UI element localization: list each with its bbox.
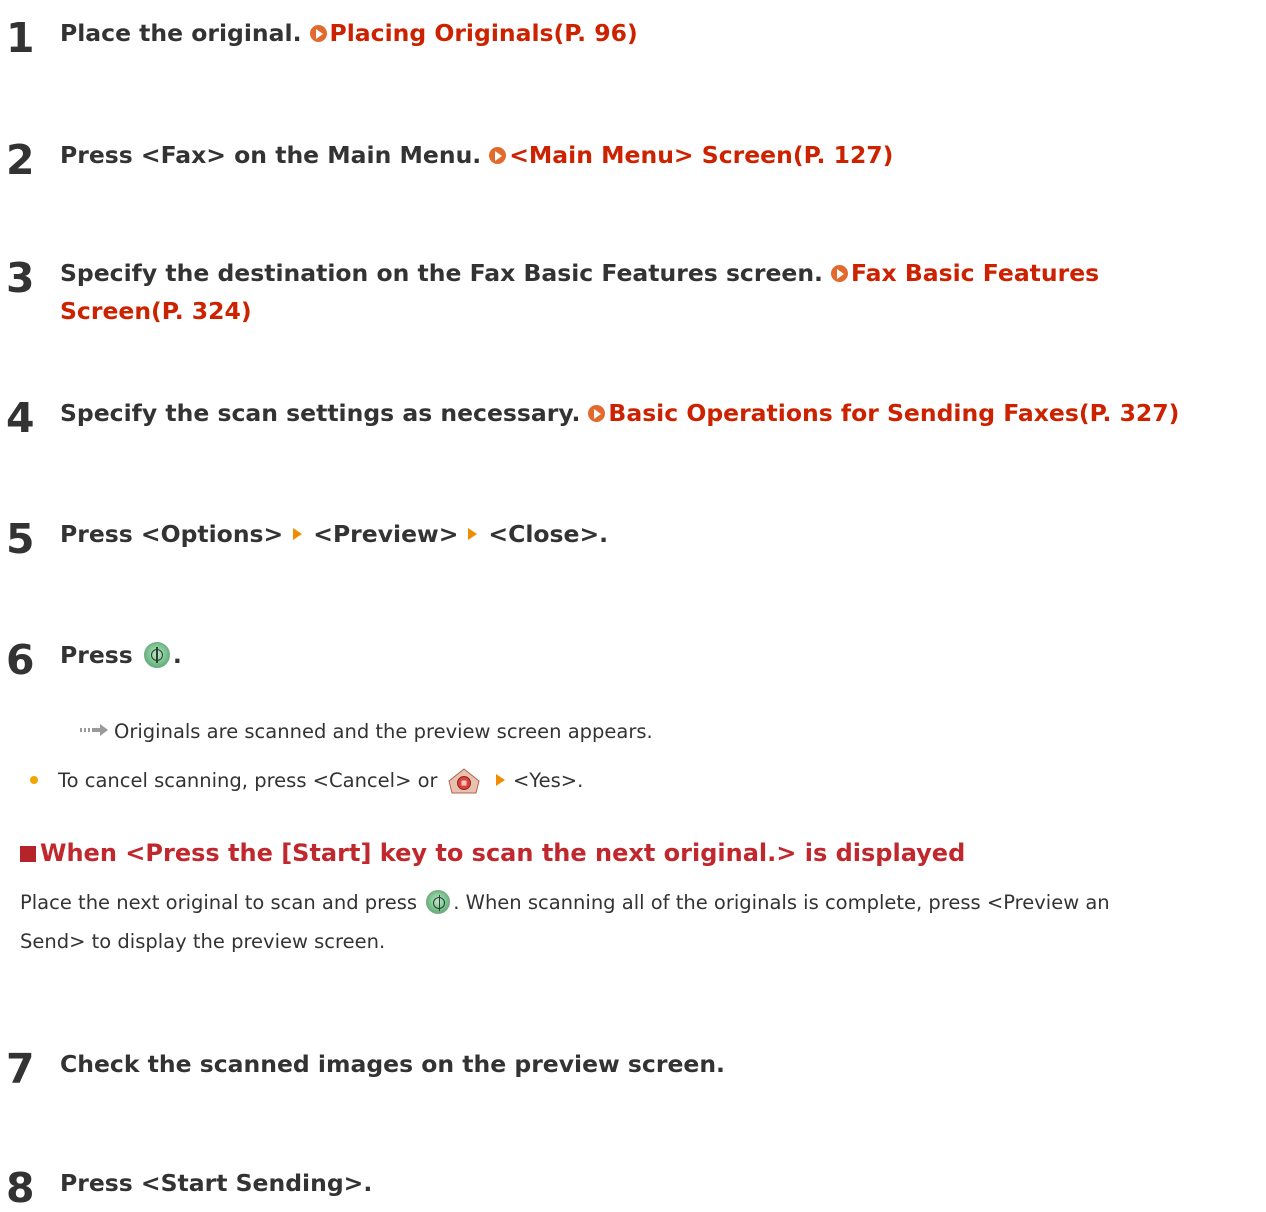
- arrow-link-icon: [830, 265, 848, 282]
- step-text: Press <Fax> on the Main Menu.: [60, 141, 482, 169]
- cancel-bullet: To cancel scanning, press <Cancel> or <Y…: [30, 765, 583, 797]
- step-text-preview: <Preview>: [313, 520, 459, 548]
- orange-triangle-icon: [293, 528, 303, 540]
- step-text: Specify the destination on the Fax Basic…: [60, 259, 823, 287]
- step-text-options: Press <Options>: [60, 520, 284, 548]
- orange-triangle-icon: [495, 774, 505, 786]
- step-text-close: <Close>.: [488, 520, 609, 548]
- step-result: Originals are scanned and the preview sc…: [80, 716, 653, 748]
- subsection-paragraph: Place the next original to scan and pres…: [20, 887, 1110, 919]
- bullet-text-yes: <Yes>.: [512, 769, 584, 792]
- step-number: 2: [6, 136, 35, 184]
- step-number: 5: [6, 515, 35, 563]
- subsection-paragraph-line2: Send> to display the preview screen.: [20, 926, 385, 958]
- result-text: Originals are scanned and the preview sc…: [114, 720, 653, 743]
- step-number: 4: [6, 394, 35, 442]
- step-text: Check the scanned images on the preview …: [60, 1050, 725, 1078]
- orange-triangle-icon: [468, 528, 478, 540]
- step-text-period: .: [172, 641, 182, 669]
- step-text: Press: [60, 641, 133, 669]
- subsection-heading: When <Press the [Start] key to scan the …: [20, 836, 965, 870]
- subsection-heading-text: When <Press the [Start] key to scan the …: [40, 839, 966, 867]
- step-number: 8: [6, 1164, 35, 1212]
- para-text-line2: Send> to display the preview screen.: [20, 930, 386, 953]
- step-text: Press <Start Sending>.: [60, 1169, 373, 1197]
- para-text: Place the next original to scan and pres…: [20, 891, 418, 914]
- arrow-link-icon: [588, 405, 606, 422]
- para-text-cont: . When scanning all of the originals is …: [453, 891, 1110, 914]
- link-main-menu-screen[interactable]: <Main Menu> Screen(P. 127): [509, 141, 893, 169]
- step-number: 1: [6, 14, 35, 62]
- step-text: Specify the scan settings as necessary.: [60, 399, 581, 427]
- stop-key-icon: [448, 768, 480, 794]
- link-basic-operations[interactable]: Basic Operations for Sending Faxes(P. 32…: [608, 399, 1179, 427]
- step-text: Place the original.: [60, 19, 302, 47]
- link-fax-basic-features-cont[interactable]: Screen(P. 324): [60, 297, 252, 325]
- bullet-icon: [30, 776, 38, 784]
- square-heading-icon: [20, 846, 36, 862]
- bullet-text: To cancel scanning, press <Cancel> or: [58, 769, 438, 792]
- result-arrow-icon: [80, 724, 108, 736]
- link-placing-originals[interactable]: Placing Originals(P. 96): [330, 19, 638, 47]
- step-number: 7: [6, 1045, 35, 1093]
- arrow-link-icon: [309, 25, 327, 42]
- start-key-icon: [426, 890, 451, 914]
- step-number: 6: [6, 636, 35, 684]
- step-number: 3: [6, 254, 35, 302]
- link-fax-basic-features[interactable]: Fax Basic Features: [851, 259, 1099, 287]
- arrow-link-icon: [489, 147, 507, 164]
- start-key-icon: [143, 642, 170, 668]
